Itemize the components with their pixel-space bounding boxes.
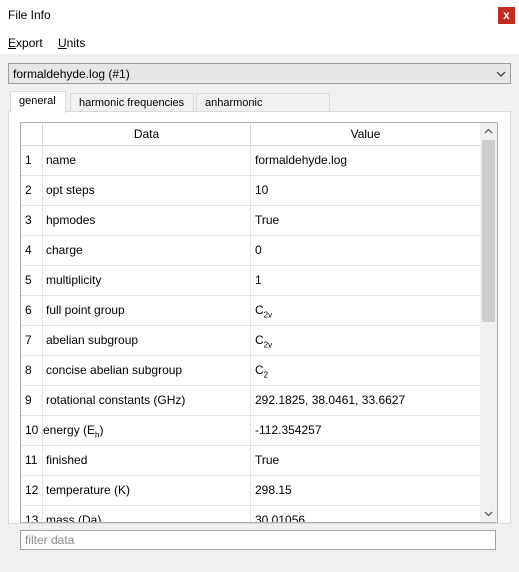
tab-anharmonic-frequencies[interactable]: anharmonic frequencies bbox=[196, 93, 330, 127]
data-cell: finished bbox=[43, 446, 251, 476]
row-index: 2 bbox=[21, 176, 43, 206]
table-row[interactable]: 10 energy (Eh) -112.354257 bbox=[21, 416, 480, 446]
menu-units-accel: U bbox=[58, 36, 67, 50]
file-select-value: formaldehyde.log (#1) bbox=[13, 67, 130, 81]
table-row[interactable]: 7 abelian subgroup C2v bbox=[21, 326, 480, 356]
menu-bar: Export Units bbox=[0, 32, 519, 54]
menu-units[interactable]: Units bbox=[58, 36, 85, 50]
value-main: C bbox=[255, 303, 264, 317]
value-cell: True bbox=[255, 453, 280, 467]
row-index: 13 bbox=[21, 506, 43, 522]
table-row[interactable]: 13 mass (Da) 30.01056 bbox=[21, 506, 480, 523]
value-cell: C2v bbox=[251, 326, 480, 356]
table-row[interactable]: 12 temperature (K) 298.15 bbox=[21, 476, 480, 506]
menu-export-label: xport bbox=[16, 36, 43, 50]
data-cell: multiplicity bbox=[43, 266, 251, 296]
menu-export-accel: E bbox=[8, 36, 17, 50]
value-cell: 1 bbox=[255, 273, 262, 287]
menu-export[interactable]: Export bbox=[8, 36, 43, 50]
data-cell: rotational constants (GHz) bbox=[43, 386, 251, 416]
table-row[interactable]: 3 hpmodes True bbox=[21, 206, 480, 236]
table-row[interactable]: 8 concise abelian subgroup C2 bbox=[21, 356, 480, 386]
table-row[interactable]: 5 multiplicity 1 bbox=[21, 266, 480, 296]
data-cell: mass (Da) bbox=[43, 506, 251, 522]
value-main: C bbox=[255, 363, 264, 377]
data-cell: abelian subgroup bbox=[43, 326, 251, 356]
value-cell: 292.1825, 38.0461, 33.6627 bbox=[255, 393, 406, 407]
filter-field[interactable] bbox=[20, 530, 496, 550]
data-main: energy (E bbox=[43, 423, 96, 437]
value-cell: 298.15 bbox=[255, 483, 292, 497]
file-select[interactable]: formaldehyde.log (#1) bbox=[8, 63, 511, 84]
value-subscript: 2v bbox=[263, 340, 273, 350]
data-tail: ) bbox=[99, 423, 104, 437]
row-index: 12 bbox=[21, 476, 43, 506]
window-title: File Info bbox=[8, 8, 51, 22]
vertical-scrollbar[interactable] bbox=[480, 123, 497, 522]
row-index: 1 bbox=[21, 146, 43, 176]
row-index: 6 bbox=[21, 296, 43, 326]
row-index: 4 bbox=[21, 236, 43, 266]
data-cell: concise abelian subgroup bbox=[43, 356, 251, 386]
row-index: 7 bbox=[21, 326, 43, 356]
data-cell: energy (Eh) bbox=[43, 416, 251, 446]
tab-harmonic-label: harmonic frequencies bbox=[79, 97, 185, 109]
chevron-down-icon bbox=[496, 71, 506, 77]
row-index: 11 bbox=[21, 446, 43, 476]
row-index: 9 bbox=[21, 386, 43, 416]
value-cell: C2 bbox=[251, 356, 480, 386]
tab-harmonic-frequencies[interactable]: harmonic frequencies bbox=[70, 93, 194, 112]
table-row[interactable]: 2 opt steps 10 bbox=[21, 176, 480, 206]
table-row[interactable]: 1 name formaldehyde.log bbox=[21, 146, 480, 176]
data-cell: opt steps bbox=[43, 176, 251, 206]
file-info-window: File Info x Export Units formaldehyde.lo… bbox=[0, 0, 519, 572]
title-bar: File Info x bbox=[0, 0, 519, 32]
row-index: 8 bbox=[21, 356, 43, 386]
row-index: 5 bbox=[21, 266, 43, 296]
filter-input[interactable] bbox=[21, 531, 495, 549]
value-cell: C2v bbox=[251, 296, 480, 326]
data-cell: name bbox=[43, 146, 251, 176]
value-cell: formaldehyde.log bbox=[255, 153, 348, 167]
header-data[interactable]: Data bbox=[43, 123, 251, 146]
table-row[interactable]: 11 finished True bbox=[21, 446, 480, 476]
scroll-up-icon[interactable] bbox=[483, 126, 494, 137]
header-corner bbox=[21, 123, 43, 146]
value-main: C bbox=[255, 333, 264, 347]
data-cell: charge bbox=[43, 236, 251, 266]
header-value[interactable]: Value bbox=[251, 123, 480, 146]
data-table: Data Value 1 name formaldehyde.log 2 opt… bbox=[20, 122, 498, 523]
table-header: Data Value bbox=[21, 123, 480, 146]
data-cell: full point group bbox=[43, 296, 251, 326]
value-subscript: 2 bbox=[263, 370, 269, 380]
row-index: 10 bbox=[21, 416, 43, 446]
value-cell: 0 bbox=[255, 243, 262, 257]
table-row[interactable]: 4 charge 0 bbox=[21, 236, 480, 266]
value-cell: True bbox=[255, 213, 280, 227]
data-cell: hpmodes bbox=[43, 206, 251, 236]
value-cell: -112.354257 bbox=[255, 423, 322, 437]
close-button[interactable]: x bbox=[498, 7, 515, 24]
data-cell: temperature (K) bbox=[43, 476, 251, 506]
scroll-down-icon[interactable] bbox=[483, 508, 494, 519]
menu-units-label: nits bbox=[66, 36, 86, 50]
table-row[interactable]: 6 full point group C2v bbox=[21, 296, 480, 326]
table-row[interactable]: 9 rotational constants (GHz) 292.1825, 3… bbox=[21, 386, 480, 416]
tab-general-label: general bbox=[19, 95, 56, 107]
row-index: 3 bbox=[21, 206, 43, 236]
scrollbar-thumb[interactable] bbox=[482, 140, 495, 322]
tab-general[interactable]: general bbox=[10, 91, 66, 113]
value-cell: 10 bbox=[255, 183, 269, 197]
value-subscript: 2v bbox=[263, 310, 273, 320]
value-cell: 30.01056 bbox=[255, 513, 306, 523]
